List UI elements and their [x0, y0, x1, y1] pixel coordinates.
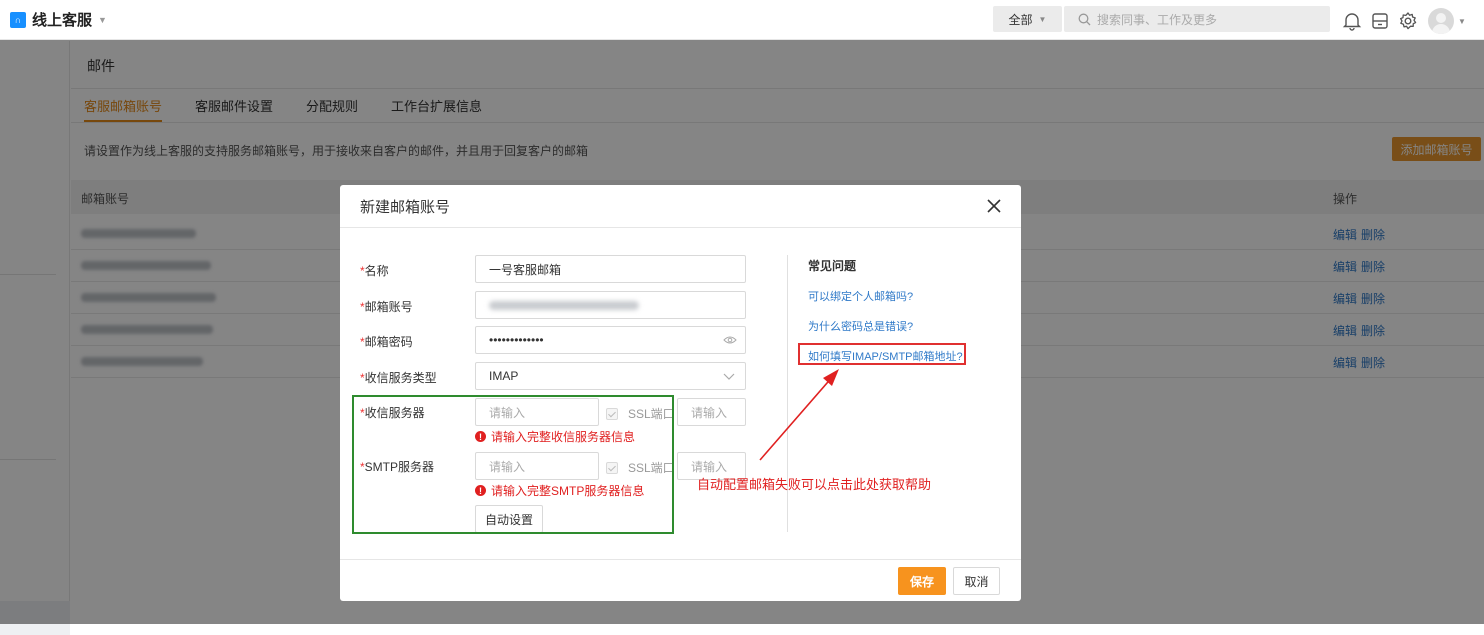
global-search-input[interactable]: 搜索同事、工作及更多: [1064, 6, 1330, 32]
caret-down-icon: ▼: [98, 14, 107, 25]
app-switcher[interactable]: ∩ 线上客服 ▼: [10, 9, 107, 30]
gear-icon[interactable]: [1396, 9, 1420, 33]
search-scope-label: 全部: [1008, 12, 1033, 27]
annotation-arrow-icon: [759, 369, 839, 461]
annotation-text: 自动配置邮箱失败可以点击此处获取帮助: [697, 477, 932, 492]
search-scope-dropdown[interactable]: 全部 ▼: [993, 6, 1062, 32]
top-bar: ∩ 线上客服 ▼ 全部 ▼ 搜索同事、工作及更多 ▼: [0, 0, 1484, 40]
caret-down-icon[interactable]: ▼: [1458, 17, 1466, 26]
app-name: 线上客服: [32, 12, 93, 29]
bell-icon[interactable]: [1340, 9, 1364, 33]
save-button[interactable]: 保存: [898, 567, 946, 595]
new-mailbox-dialog: 新建邮箱账号 *名称 一号客服邮箱 *邮箱账号 *邮箱密码 ••••••••••…: [340, 185, 1021, 601]
user-avatar[interactable]: [1428, 8, 1454, 34]
search-placeholder: 搜索同事、工作及更多: [1097, 12, 1218, 27]
cancel-button[interactable]: 取消: [953, 567, 1000, 595]
search-icon: [1078, 13, 1091, 25]
divider: [340, 559, 1021, 560]
inbox-icon[interactable]: [1368, 9, 1392, 33]
app-logo-icon: ∩: [10, 11, 26, 28]
caret-down-icon: ▼: [1038, 14, 1047, 24]
